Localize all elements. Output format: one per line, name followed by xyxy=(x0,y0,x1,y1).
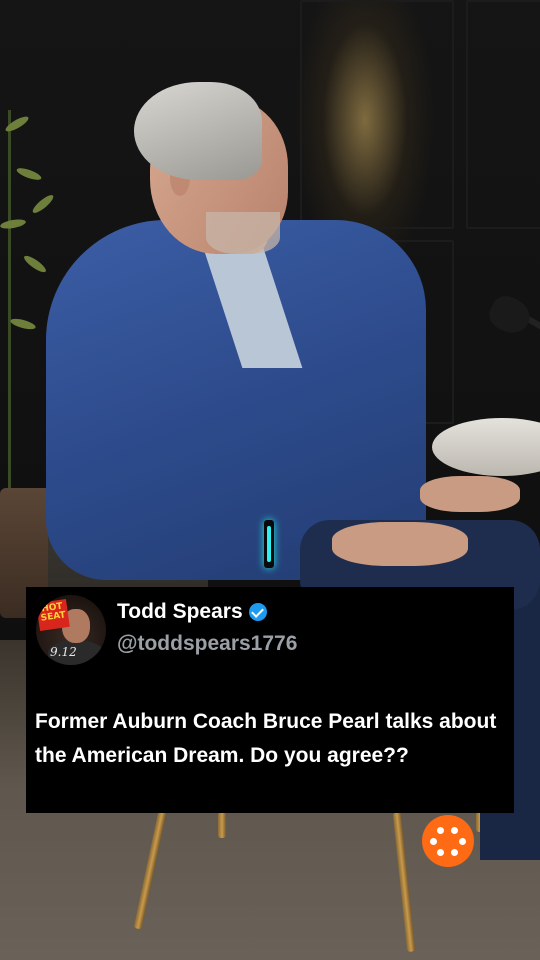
fab-dot xyxy=(437,849,444,856)
person-hair xyxy=(134,82,262,180)
wall-panel xyxy=(300,0,454,229)
person-beard xyxy=(206,212,280,254)
fab-dot xyxy=(451,827,458,834)
fab-dot xyxy=(437,827,444,834)
avatar-number: 9.12 xyxy=(50,645,77,659)
fab-dot xyxy=(451,849,458,856)
display-name[interactable]: Todd Spears xyxy=(117,600,243,624)
user-handle[interactable]: @toddspears1776 xyxy=(117,632,297,656)
fab-dot xyxy=(459,838,466,845)
avatar[interactable]: HOT SEAT 9.12 xyxy=(36,595,106,665)
person-hand xyxy=(420,476,520,512)
name-row[interactable]: Todd Spears xyxy=(117,600,267,624)
wall-panel xyxy=(466,0,540,229)
tweet-card[interactable]: HOT SEAT 9.12 Todd Spears @toddspears177… xyxy=(26,587,514,813)
fab-dot xyxy=(430,838,437,845)
chair-leg xyxy=(218,812,226,838)
plant xyxy=(8,110,11,490)
avatar-badge: HOT SEAT xyxy=(36,599,70,631)
grid-dots-icon[interactable] xyxy=(422,815,474,867)
tweet-text: Former Auburn Coach Bruce Pearl talks ab… xyxy=(35,710,497,767)
verified-badge-icon xyxy=(248,603,267,621)
text-cursor-icon xyxy=(264,520,274,568)
video-frame[interactable] xyxy=(0,0,540,960)
person-hand xyxy=(332,522,468,566)
